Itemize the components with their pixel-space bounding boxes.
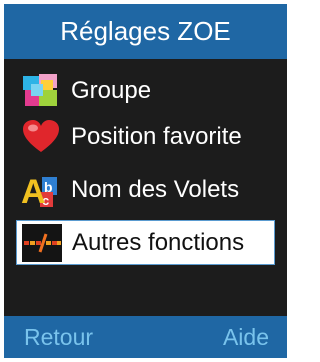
functions-icon	[22, 223, 62, 262]
help-button[interactable]: Aide	[223, 316, 269, 358]
header-bar: Réglages ZOE	[4, 4, 287, 59]
page-title: Réglages ZOE	[60, 16, 231, 46]
menu-item-position-favorite[interactable]: Position favorite	[16, 114, 275, 159]
group-icon	[21, 72, 61, 110]
menu-item-label: Position favorite	[71, 122, 242, 150]
device-frame: Réglages ZOE Groupe Position favorite b …	[0, 0, 291, 362]
svg-text:A: A	[21, 173, 46, 209]
menu-item-groupe[interactable]: Groupe	[16, 68, 275, 113]
menu-item-autres-fonctions[interactable]: Autres fonctions	[16, 220, 275, 265]
menu-item-label: Nom des Volets	[71, 175, 240, 203]
letters-icon: b c A	[21, 171, 61, 209]
menu-item-nom-des-volets[interactable]: b c A Nom des Volets	[16, 167, 275, 212]
screen: Réglages ZOE Groupe Position favorite b …	[4, 4, 287, 358]
softkey-bar: Retour Aide	[4, 316, 287, 358]
menu-item-label: Groupe	[71, 76, 152, 104]
menu-item-label: Autres fonctions	[72, 228, 245, 256]
back-button[interactable]: Retour	[24, 316, 93, 358]
heart-icon	[21, 118, 61, 156]
